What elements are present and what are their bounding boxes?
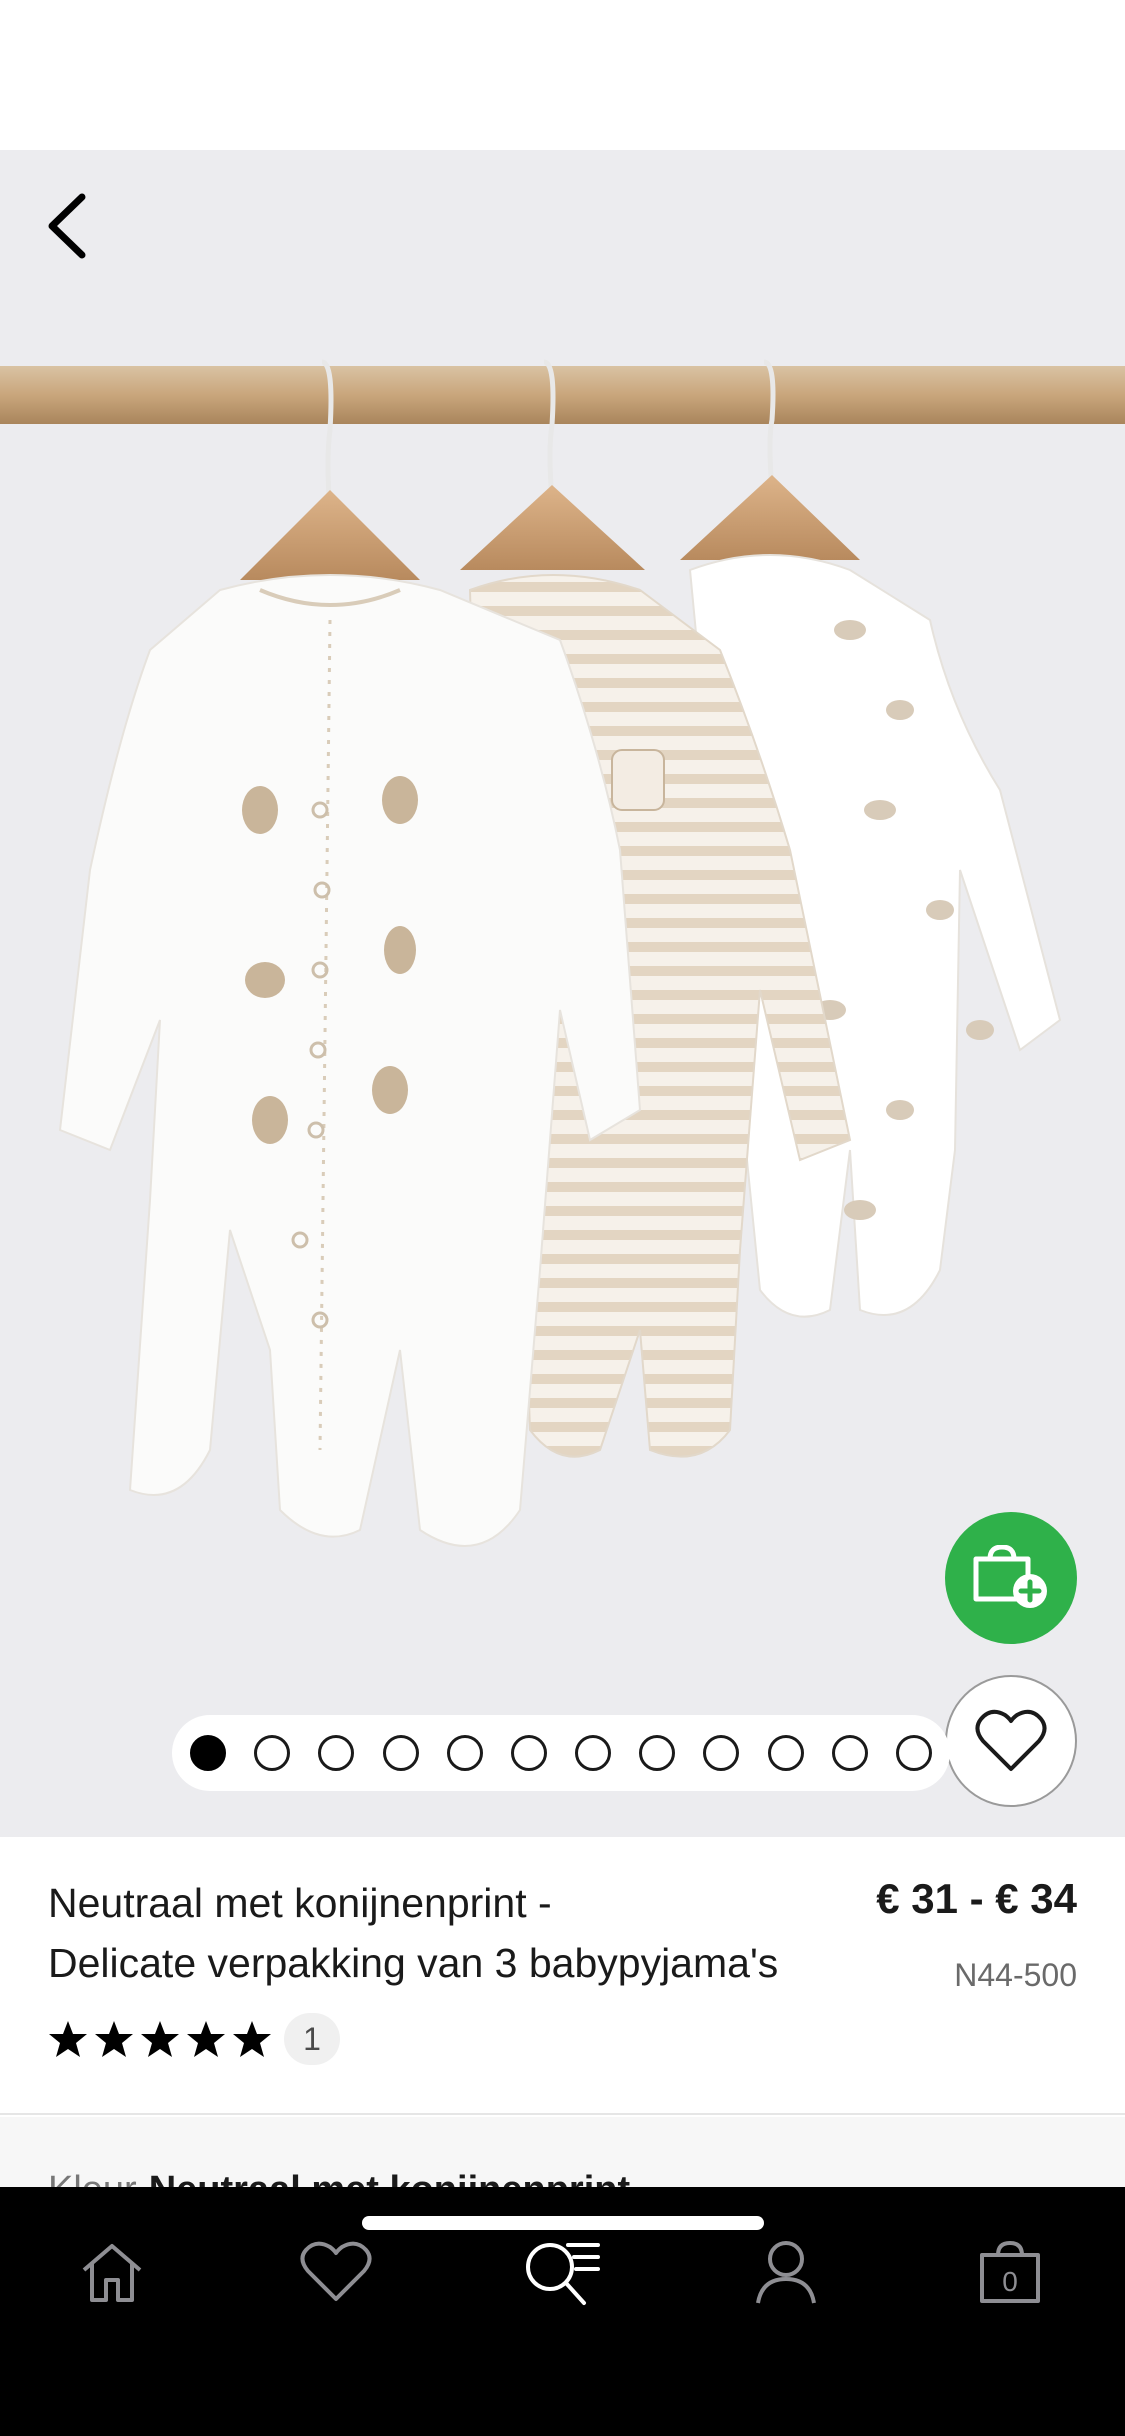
pager-dot[interactable] bbox=[703, 1735, 740, 1771]
back-button[interactable] bbox=[34, 184, 98, 268]
pager-dot[interactable] bbox=[575, 1735, 612, 1771]
tab-account[interactable] bbox=[726, 2227, 846, 2317]
tab-bar: 0 bbox=[0, 2187, 1125, 2436]
product-info: Neutraal met konijnenprint - Delicate ve… bbox=[0, 1837, 1125, 2115]
status-bar bbox=[0, 0, 1125, 150]
pager-dot[interactable] bbox=[446, 1735, 483, 1771]
star-icon bbox=[187, 2021, 225, 2057]
pager-dot[interactable] bbox=[318, 1735, 355, 1771]
pager-dot[interactable] bbox=[767, 1735, 804, 1771]
bag-count: 0 bbox=[1002, 2266, 1018, 2297]
star-icon bbox=[95, 2021, 133, 2057]
chevron-left-icon bbox=[48, 193, 86, 259]
product-title: Neutraal met konijnenprint - Delicate ve… bbox=[48, 1873, 818, 1993]
product-title-line-2: Delicate verpakking van 3 babypyjama's bbox=[48, 1940, 779, 1986]
pager-dot[interactable] bbox=[510, 1735, 547, 1771]
heart-icon bbox=[975, 1709, 1047, 1771]
pager-dot[interactable] bbox=[254, 1735, 291, 1771]
product-title-line-1: Neutraal met konijnenprint - bbox=[48, 1880, 552, 1926]
product-image-gallery[interactable] bbox=[0, 150, 1125, 1837]
star-icon bbox=[233, 2021, 271, 2057]
review-count[interactable]: 1 bbox=[284, 2013, 340, 2065]
colour-section[interactable]: Kleur Neutraal met konijnenprint bbox=[0, 2117, 1125, 2187]
colour-label: Kleur bbox=[48, 2169, 137, 2187]
pager-dot[interactable] bbox=[895, 1735, 932, 1771]
tab-home[interactable] bbox=[52, 2227, 172, 2317]
product-rating[interactable]: 1 bbox=[48, 2013, 340, 2065]
heart-icon bbox=[300, 2241, 372, 2301]
star-icon bbox=[49, 2021, 87, 2057]
rating-stars bbox=[48, 2019, 272, 2059]
product-code: N44-500 bbox=[954, 1957, 1077, 1993]
bag-plus-icon bbox=[973, 1545, 1047, 1608]
image-pager bbox=[172, 1715, 950, 1791]
product-price: € 31 - € 34 bbox=[876, 1875, 1077, 1922]
search-menu-icon bbox=[526, 2243, 600, 2305]
colour-value: Neutraal met konijnenprint bbox=[149, 2169, 630, 2187]
tab-search[interactable] bbox=[502, 2227, 622, 2317]
bag-icon: 0 bbox=[980, 2240, 1040, 2303]
tab-wishlist[interactable] bbox=[276, 2227, 396, 2317]
pager-dot[interactable] bbox=[382, 1735, 419, 1771]
account-icon bbox=[756, 2241, 816, 2304]
star-icon bbox=[141, 2021, 179, 2057]
colour-row: Kleur Neutraal met konijnenprint bbox=[48, 2169, 630, 2187]
pager-dot[interactable] bbox=[831, 1735, 868, 1771]
tab-bag[interactable]: 0 bbox=[950, 2227, 1070, 2317]
home-icon bbox=[82, 2244, 142, 2302]
wishlist-button[interactable] bbox=[945, 1675, 1077, 1807]
pager-dot[interactable] bbox=[639, 1735, 676, 1771]
home-indicator bbox=[362, 2216, 764, 2230]
pager-dot[interactable] bbox=[190, 1735, 226, 1771]
add-to-bag-button[interactable] bbox=[945, 1512, 1077, 1644]
